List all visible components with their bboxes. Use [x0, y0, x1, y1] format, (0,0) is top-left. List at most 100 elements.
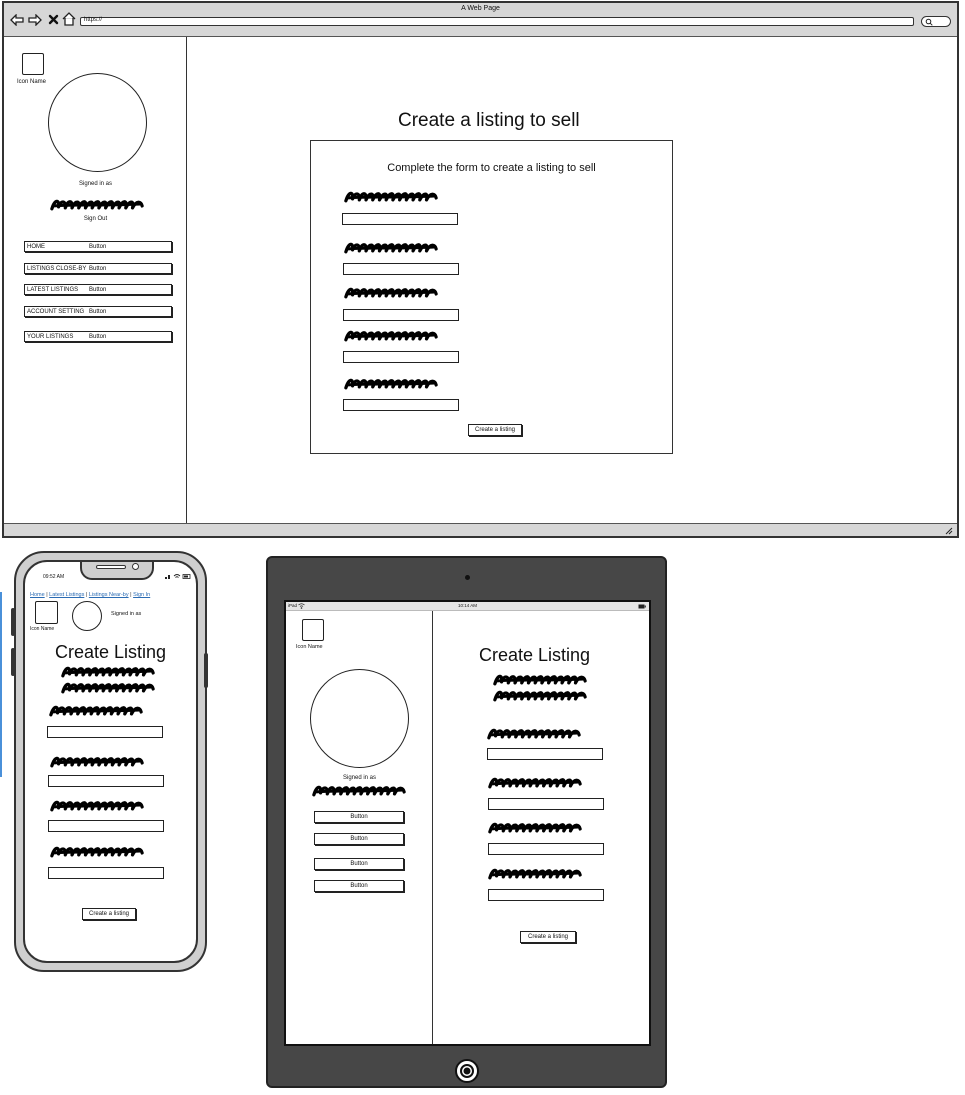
phone-nav: Home | Latest Listings | Listings Near-b…	[30, 592, 151, 598]
browser-window: A Web Page https:// Icon Name Signed in …	[2, 1, 959, 538]
phone-side-button	[204, 653, 208, 688]
nav-label: LATEST LISTINGS	[27, 286, 79, 293]
nav-label: LISTINGS CLOSE-BY	[27, 265, 87, 272]
app-icon	[35, 601, 58, 624]
phone-screen: 09:52 AM Home | Latest Listings | Listin…	[23, 560, 198, 963]
tablet-status-time: 10:14 AM	[457, 603, 477, 608]
field-label-scribble	[487, 775, 583, 791]
avatar	[310, 669, 409, 768]
avatar	[48, 73, 147, 172]
listing-field-2[interactable]	[48, 775, 164, 787]
search-box[interactable]	[921, 16, 951, 27]
avatar	[72, 601, 102, 631]
home-button-icon[interactable]	[454, 1058, 480, 1084]
close-icon[interactable]	[48, 14, 59, 25]
nav-button-label: Button	[89, 286, 107, 293]
icon-name-label: Icon Name	[30, 626, 55, 632]
tablet-camera	[465, 575, 470, 580]
nav-listings-close-by-button[interactable]: LISTINGS CLOSE-BY Button	[24, 263, 172, 274]
browser-status-bar	[4, 523, 957, 536]
page-title: Create a listing to sell	[398, 110, 580, 131]
listing-field-1[interactable]	[47, 726, 163, 738]
search-icon	[925, 18, 933, 26]
nav-your-listings-button[interactable]: YOUR LISTINGS Button	[24, 331, 172, 342]
username-scribble	[492, 672, 588, 688]
url-text: https://	[84, 17, 103, 23]
speaker-grille	[96, 565, 126, 569]
left-edge-marker	[0, 592, 2, 777]
listing-field-3[interactable]	[343, 309, 459, 321]
listing-field-4[interactable]	[48, 867, 164, 879]
field-label-scribble	[487, 866, 583, 882]
listing-form: Complete the form to create a listing to…	[310, 140, 673, 454]
listing-field-3[interactable]	[488, 843, 604, 855]
field-label-scribble	[486, 726, 582, 742]
field-label-scribble	[487, 820, 583, 836]
create-listing-button[interactable]: Create a listing	[520, 931, 576, 943]
field-label-scribble	[343, 285, 439, 301]
phone-status-time: 09:52 AM	[43, 574, 65, 580]
signed-in-label: Signed in as	[78, 181, 113, 187]
sidebar-button-4[interactable]: Button	[314, 880, 404, 892]
form-heading: Complete the form to create a listing to…	[387, 162, 596, 174]
nav-home-button[interactable]: HOME Button	[24, 241, 172, 252]
sidebar: Icon Name Signed in as Sign Out HOME But…	[4, 37, 187, 523]
username-scribble	[311, 783, 407, 799]
app-icon	[302, 619, 324, 641]
nav-link-home[interactable]: Home	[30, 592, 45, 598]
field-label-scribble	[49, 798, 145, 814]
icon-name-label: Icon Name	[17, 79, 47, 85]
resize-grip-icon[interactable]	[945, 527, 953, 535]
username-scribble	[60, 680, 156, 696]
nav-link-listings-near-by[interactable]: Listings Near-by	[89, 592, 129, 598]
create-listing-button[interactable]: Create a listing	[468, 424, 522, 436]
sidebar-button-1[interactable]: Button	[314, 811, 404, 823]
field-label-scribble	[49, 844, 145, 860]
field-label-scribble	[48, 703, 144, 719]
listing-field-1[interactable]	[342, 213, 458, 225]
nav-link-sign-in[interactable]: Sign In	[133, 592, 150, 598]
nav-link-latest-listings[interactable]: Latest Listings	[49, 592, 84, 598]
url-bar[interactable]: https://	[80, 17, 914, 26]
nav-label: YOUR LISTINGS	[27, 333, 74, 340]
sidebar-button-2[interactable]: Button	[314, 833, 404, 845]
field-label-scribble	[343, 240, 439, 256]
camera-dot	[132, 563, 139, 570]
field-label-scribble	[343, 376, 439, 392]
signed-in-label: Signed in as	[342, 775, 377, 781]
tablet-frame: iPad 10:14 AM Icon Name Signed in as But…	[266, 556, 667, 1088]
back-arrow-icon[interactable]	[10, 14, 24, 26]
nav-label: HOME	[27, 243, 45, 250]
listing-field-4[interactable]	[488, 889, 604, 901]
phone-side-button	[11, 648, 15, 676]
listing-field-2[interactable]	[488, 798, 604, 810]
sign-out-link[interactable]: Sign Out	[4, 216, 187, 222]
tablet-status-bar: iPad 10:14 AM	[286, 602, 649, 611]
listing-field-2[interactable]	[343, 263, 459, 275]
sidebar-button-3[interactable]: Button	[314, 858, 404, 870]
phone-side-button	[11, 608, 15, 636]
phone-frame: 09:52 AM Home | Latest Listings | Listin…	[11, 551, 208, 972]
create-listing-button[interactable]: Create a listing	[82, 908, 136, 920]
tablet-sidebar: Icon Name Signed in as Button Button But…	[286, 611, 433, 1044]
field-label-scribble	[49, 754, 145, 770]
listing-field-4[interactable]	[343, 351, 459, 363]
phone-notch	[80, 562, 154, 580]
nav-account-setting-button[interactable]: ACCOUNT SETTING Button	[24, 306, 172, 317]
listing-field-3[interactable]	[48, 820, 164, 832]
listing-field-5[interactable]	[343, 399, 459, 411]
username-scribble	[492, 688, 588, 704]
field-label-scribble	[343, 328, 439, 344]
status-icons	[165, 574, 191, 579]
username-scribble	[60, 664, 156, 680]
window-title: A Web Page	[461, 5, 500, 12]
listing-field-1[interactable]	[487, 748, 603, 760]
home-icon[interactable]	[62, 12, 76, 26]
nav-latest-listings-button[interactable]: LATEST LISTINGS Button	[24, 284, 172, 295]
forward-arrow-icon[interactable]	[28, 14, 42, 26]
icon-name-label: Icon Name	[296, 644, 323, 650]
nav-button-label: Button	[89, 308, 107, 315]
page-title: Create Listing	[54, 642, 167, 662]
app-icon	[22, 53, 44, 75]
nav-label: ACCOUNT SETTING	[27, 308, 85, 315]
